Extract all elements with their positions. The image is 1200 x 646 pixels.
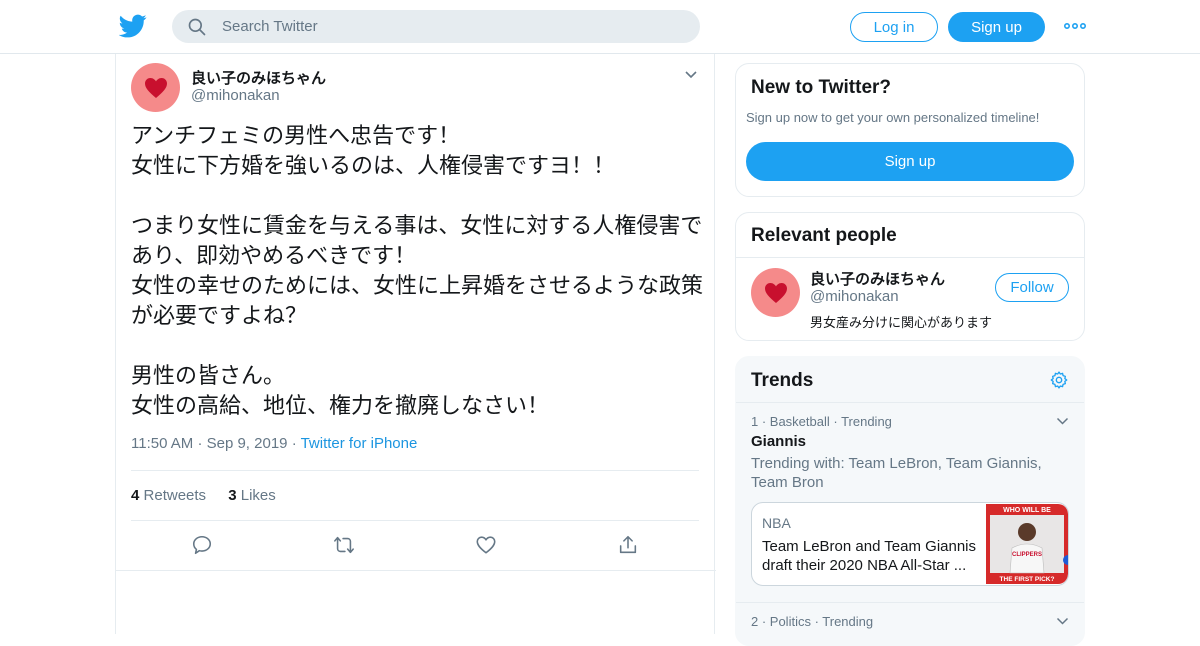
divider	[736, 402, 1084, 403]
thumb-top-text: WHO WILL BE	[1003, 507, 1051, 514]
trend-meta: 1 · Basketball · Trending	[751, 414, 892, 429]
divider	[131, 470, 699, 471]
divider	[116, 570, 716, 571]
trends-card: Trends 1 · Basketball · Trending Giannis…	[735, 356, 1085, 646]
retweets-stat[interactable]: 4 Retweets	[131, 487, 206, 504]
signup-button[interactable]: Sign up	[948, 12, 1045, 42]
divider	[736, 257, 1084, 258]
search-input[interactable]	[222, 10, 682, 43]
jersey-text: CLIPPERS	[1012, 552, 1042, 558]
heart-icon	[144, 77, 167, 98]
tweet-date[interactable]: Sep 9, 2019	[207, 435, 288, 452]
signup-card-subtitle: Sign up now to get your own personalized…	[746, 110, 1040, 125]
person-bio: 男女産み分けに関心があります	[810, 316, 993, 331]
trend-with: Trending with: Team LeBron, Team Giannis…	[751, 455, 1042, 491]
retweets-count: 4	[131, 487, 140, 504]
tweet-actions	[116, 534, 716, 558]
likes-label: Likes	[240, 487, 276, 504]
person-handle[interactable]: @mihonakan	[810, 288, 899, 305]
person-name[interactable]: 良い子のみほちゃん	[810, 268, 945, 289]
news-headline[interactable]: Team LeBron and Team Giannis draft their…	[762, 537, 982, 575]
follow-button[interactable]: Follow	[995, 273, 1069, 302]
tweet-time[interactable]: 11:50 AM	[131, 435, 193, 452]
tweet-stats: 4 Retweets 3 Likes	[131, 487, 294, 504]
trends-title: Trends	[751, 370, 814, 391]
twitter-bird-icon[interactable]	[119, 12, 147, 40]
signup-card: New to Twitter? Sign up now to get your …	[735, 63, 1085, 197]
retweets-label: Retweets	[143, 487, 207, 504]
dot-separator: ·	[197, 435, 207, 452]
chevron-down-icon[interactable]	[1056, 417, 1069, 426]
search-box[interactable]	[172, 10, 700, 43]
signup-card-title: New to Twitter?	[751, 77, 892, 98]
heart-icon	[764, 282, 787, 303]
like-heart-icon[interactable]	[475, 534, 497, 556]
news-thumbnail: CLIPPERS WHO WILL BE THE FIRST PICK?	[986, 504, 1068, 584]
trend-name[interactable]: Giannis	[751, 433, 806, 450]
tweet-panel: 良い子のみほちゃん @mihonakan アンチフェミの男性へ忠告です！ 女性に…	[115, 54, 716, 634]
retweet-icon[interactable]	[333, 534, 355, 556]
share-icon[interactable]	[617, 534, 639, 556]
tweet-text: アンチフェミの男性へ忠告です！ 女性に下方婚を強いるのは、人権侵害ですヨ！！ つ…	[131, 124, 704, 419]
gear-icon[interactable]	[1049, 370, 1069, 390]
relevant-people-title: Relevant people	[751, 225, 897, 246]
dot-separator: ·	[291, 435, 301, 452]
sidebar-signup-button[interactable]: Sign up	[746, 142, 1074, 181]
chevron-down-icon[interactable]	[684, 70, 698, 80]
reply-icon[interactable]	[191, 534, 213, 556]
divider	[736, 602, 1084, 603]
trend-meta: 2 · Politics · Trending	[751, 614, 874, 629]
chevron-down-icon[interactable]	[1056, 617, 1069, 626]
author-handle[interactable]: @mihonakan	[191, 87, 280, 104]
avatar[interactable]	[751, 268, 800, 317]
trend-news-card[interactable]: NBA Team LeBron and Team Giannis draft t…	[751, 502, 1069, 586]
news-category: NBA	[762, 515, 791, 531]
thumb-bottom-text: THE FIRST PICK?	[1000, 576, 1055, 583]
tweet-source-link[interactable]: Twitter for iPhone	[301, 435, 418, 452]
login-button[interactable]: Log in	[850, 12, 938, 42]
divider	[131, 520, 699, 521]
likes-stat[interactable]: 3 Likes	[228, 487, 276, 504]
tweet-timestamp: 11:50 AM · Sep 9, 2019 · Twitter for iPh…	[131, 435, 417, 452]
likes-count: 3	[228, 487, 237, 504]
relevant-people-card: Relevant people 良い子のみほちゃん @mihonakan 男女産…	[735, 212, 1085, 341]
more-dots-icon[interactable]	[1064, 19, 1086, 33]
search-icon	[188, 18, 206, 36]
avatar[interactable]	[131, 63, 180, 112]
author-name[interactable]: 良い子のみほちゃん	[191, 67, 326, 88]
top-bar: Log in Sign up	[0, 0, 1200, 54]
